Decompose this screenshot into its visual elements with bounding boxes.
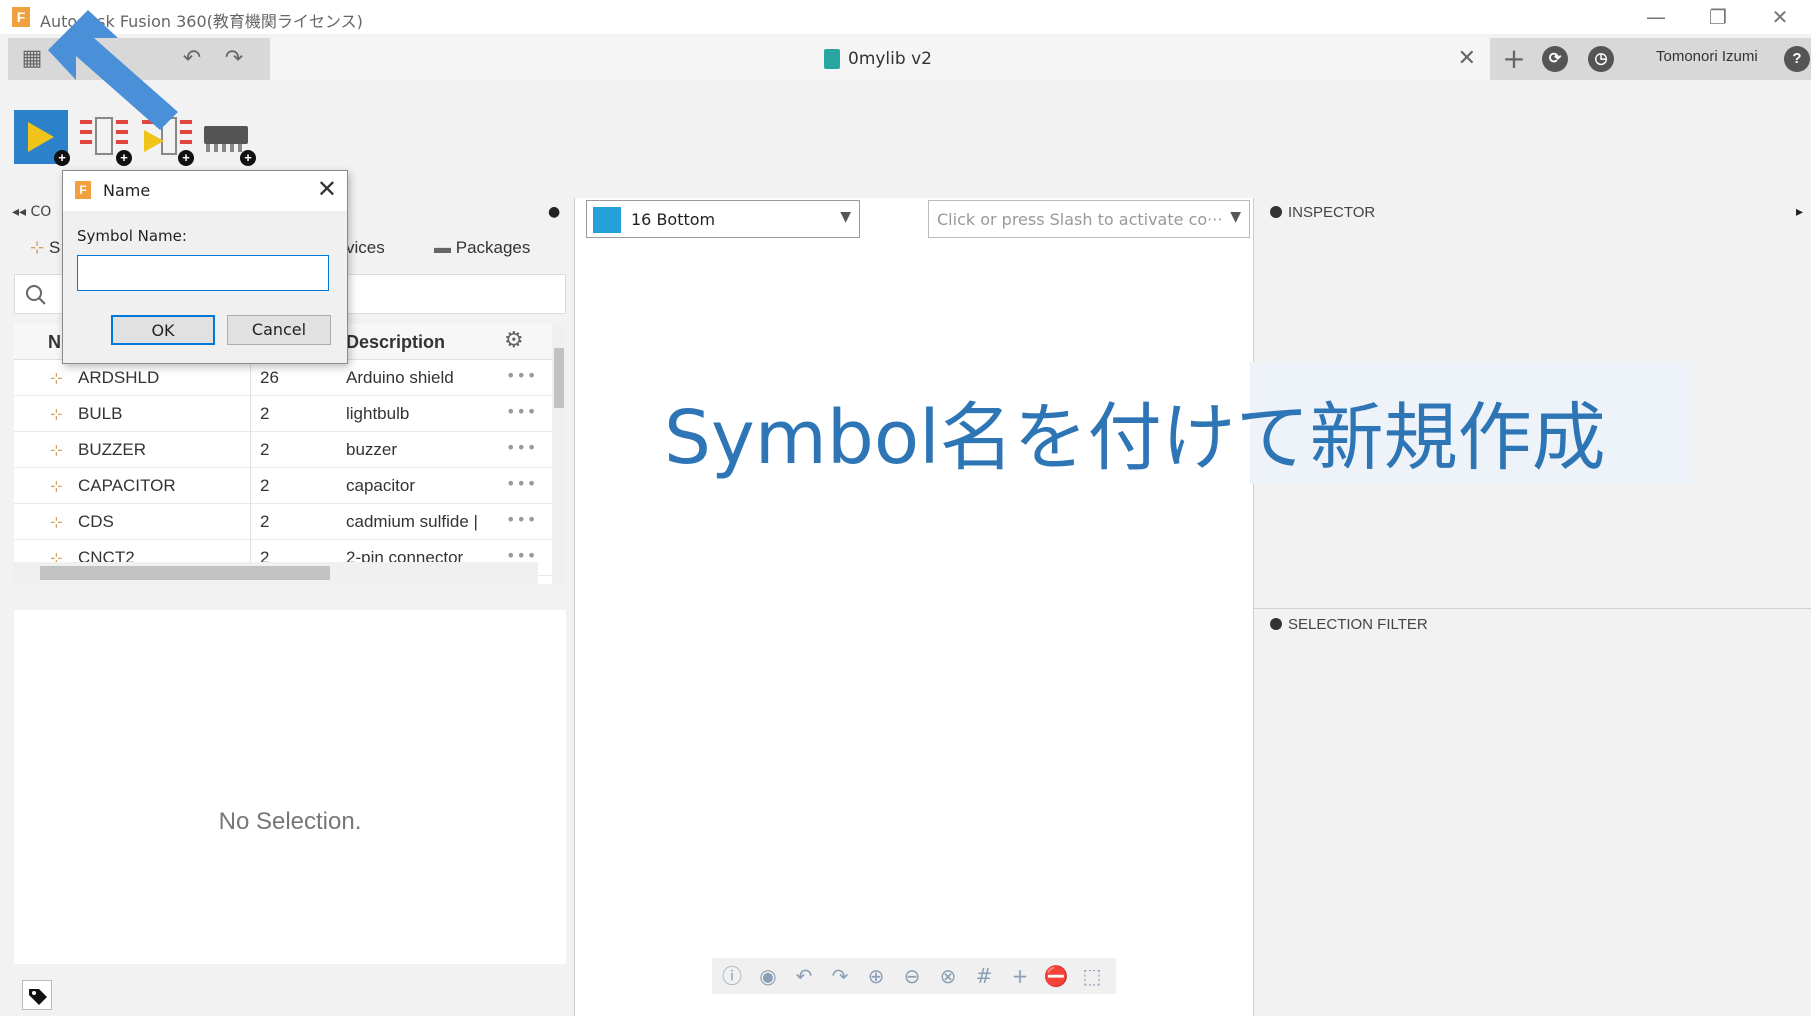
notifications-clock-icon[interactable]: ◷	[1588, 46, 1614, 72]
more-options-icon[interactable]: •••	[506, 366, 537, 385]
selection-filter-header[interactable]: SELECTION FILTER	[1270, 616, 1428, 633]
scroll-thumb[interactable]	[40, 566, 330, 580]
fusion-app-icon: F	[75, 181, 91, 199]
close-tab-icon[interactable]: ✕	[1458, 46, 1476, 71]
more-options-icon[interactable]: •••	[506, 510, 537, 529]
symbol-icon: ⊹	[50, 369, 63, 387]
vertical-scrollbar[interactable]	[552, 324, 566, 584]
collapse-dot-icon	[1270, 618, 1282, 630]
column-name-header[interactable]: N	[48, 332, 61, 353]
chevron-down-icon: ▼	[840, 209, 851, 225]
ribbon	[8, 80, 1811, 172]
crosshair-icon[interactable]: +	[1006, 964, 1034, 988]
table-row[interactable]: ⊹ BUZZER 2 buzzer •••	[14, 432, 552, 468]
layer-dropdown[interactable]: 16 Bottom ▼	[586, 200, 860, 238]
pointer-arrow-icon	[48, 10, 178, 130]
symbol-name-input[interactable]	[77, 255, 329, 291]
editor-canvas[interactable]	[574, 198, 1254, 1016]
restore-button[interactable]: ❐	[1698, 4, 1738, 30]
zoom-out-icon[interactable]: ⊖	[898, 964, 926, 988]
command-line-input[interactable]: Click or press Slash to activate co··· ▼	[928, 200, 1250, 238]
add-plus-icon: +	[116, 150, 132, 166]
layer-color-swatch	[593, 207, 621, 233]
collapse-panel-icon[interactable]: ◂◂	[12, 204, 26, 220]
more-options-icon[interactable]: •••	[506, 438, 537, 457]
symbol-icon: ⊹	[50, 405, 63, 423]
new-tab-button[interactable]: +	[1494, 38, 1534, 80]
expand-arrow-icon[interactable]: ▸	[1796, 204, 1803, 220]
selection-filter-panel	[1254, 608, 1811, 1016]
name-dialog: F Name ✕ Symbol Name: OK Cancel	[62, 170, 348, 364]
undo-icon[interactable]: ↶	[790, 964, 818, 988]
chevron-down-icon: ▼	[1230, 209, 1241, 225]
minimize-button[interactable]: —	[1636, 4, 1676, 30]
tag-icon[interactable]	[22, 980, 52, 1010]
collapse-dot-icon	[1270, 206, 1282, 218]
preview-pane	[14, 610, 566, 964]
package-icon: ▬	[434, 238, 451, 257]
add-plus-icon: +	[240, 150, 256, 166]
stop-icon[interactable]: ⛔	[1042, 964, 1070, 988]
no-selection-message: No Selection.	[218, 808, 362, 835]
add-plus-icon: +	[54, 150, 70, 166]
zoom-in-icon[interactable]: ⊕	[862, 964, 890, 988]
new-package-button[interactable]: +	[200, 110, 256, 166]
panel-header: ◂◂ CO	[12, 204, 52, 220]
tab-symbols[interactable]: ⊹ S	[30, 238, 60, 258]
ok-button[interactable]: OK	[111, 315, 215, 345]
job-status-icon[interactable]: ⟳	[1542, 46, 1568, 72]
gear-icon[interactable]: ⚙	[504, 328, 524, 353]
eye-icon[interactable]: ◉	[754, 964, 782, 988]
library-book-icon	[824, 49, 840, 69]
help-icon[interactable]: ?	[1784, 46, 1810, 72]
close-window-button[interactable]: ✕	[1760, 4, 1800, 30]
document-tab[interactable]: 0mylib v2 ✕	[270, 38, 1490, 80]
add-plus-icon: +	[178, 150, 194, 166]
fusion-app-icon: F	[12, 7, 30, 27]
search-icon	[26, 285, 46, 305]
annotation-caption: Symbol名を付けて新規作成	[664, 395, 1606, 481]
symbol-icon: ⊹	[50, 477, 63, 495]
symbol-name-label: Symbol Name:	[77, 227, 187, 245]
table-row[interactable]: ⊹ CAPACITOR 2 capacitor •••	[14, 468, 552, 504]
user-account-name[interactable]: Tomonori Izumi	[1656, 48, 1758, 65]
horizontal-scrollbar[interactable]	[14, 562, 538, 584]
document-tab-label: 0mylib v2	[848, 49, 932, 69]
title-bar: F Autodesk Fusion 360(教育機関ライセンス) — ❐ ✕	[0, 0, 1811, 34]
zoom-fit-icon[interactable]: ⊗	[934, 964, 962, 988]
panel-pin-icon[interactable]: ●	[548, 204, 560, 220]
column-description-header[interactable]: Description	[346, 332, 445, 353]
table-row[interactable]: ⊹ ARDSHLD 26 Arduino shield •••	[14, 360, 552, 396]
more-options-icon[interactable]: •••	[506, 402, 537, 421]
table-row[interactable]: ⊹ BULB 2 lightbulb •••	[14, 396, 552, 432]
redo-icon[interactable]: ↷	[826, 964, 854, 988]
cancel-button[interactable]: Cancel	[227, 315, 331, 345]
dialog-titlebar: F Name ✕	[63, 171, 347, 211]
tab-devices[interactable]: vices	[346, 238, 385, 258]
tab-packages[interactable]: ▬ Packages	[434, 238, 530, 258]
more-options-icon[interactable]: •••	[506, 474, 537, 493]
symbol-icon: ⊹	[50, 513, 63, 531]
inspector-header[interactable]: INSPECTOR	[1270, 204, 1375, 221]
canvas-toolbar: ⓘ ◉ ↶ ↷ ⊕ ⊖ ⊗ # + ⛔ ⬚	[712, 958, 1116, 994]
symbol-icon: ⊹	[30, 238, 45, 257]
redo-button[interactable]: ↷	[214, 38, 254, 80]
select-area-icon[interactable]: ⬚	[1078, 964, 1106, 988]
grid-icon[interactable]: #	[970, 964, 998, 988]
dialog-title: Name	[103, 181, 151, 200]
close-dialog-icon[interactable]: ✕	[317, 175, 337, 203]
app-toolbar: ▦ ↶ ↷ 0mylib v2 ✕ + ⟳ ◷ Tomonori Izumi ?	[8, 38, 1811, 80]
table-row[interactable]: ⊹ CDS 2 cadmium sulfide | •••	[14, 504, 552, 540]
symbol-icon: ⊹	[50, 441, 63, 459]
scroll-thumb[interactable]	[554, 348, 564, 408]
info-icon[interactable]: ⓘ	[718, 964, 746, 988]
